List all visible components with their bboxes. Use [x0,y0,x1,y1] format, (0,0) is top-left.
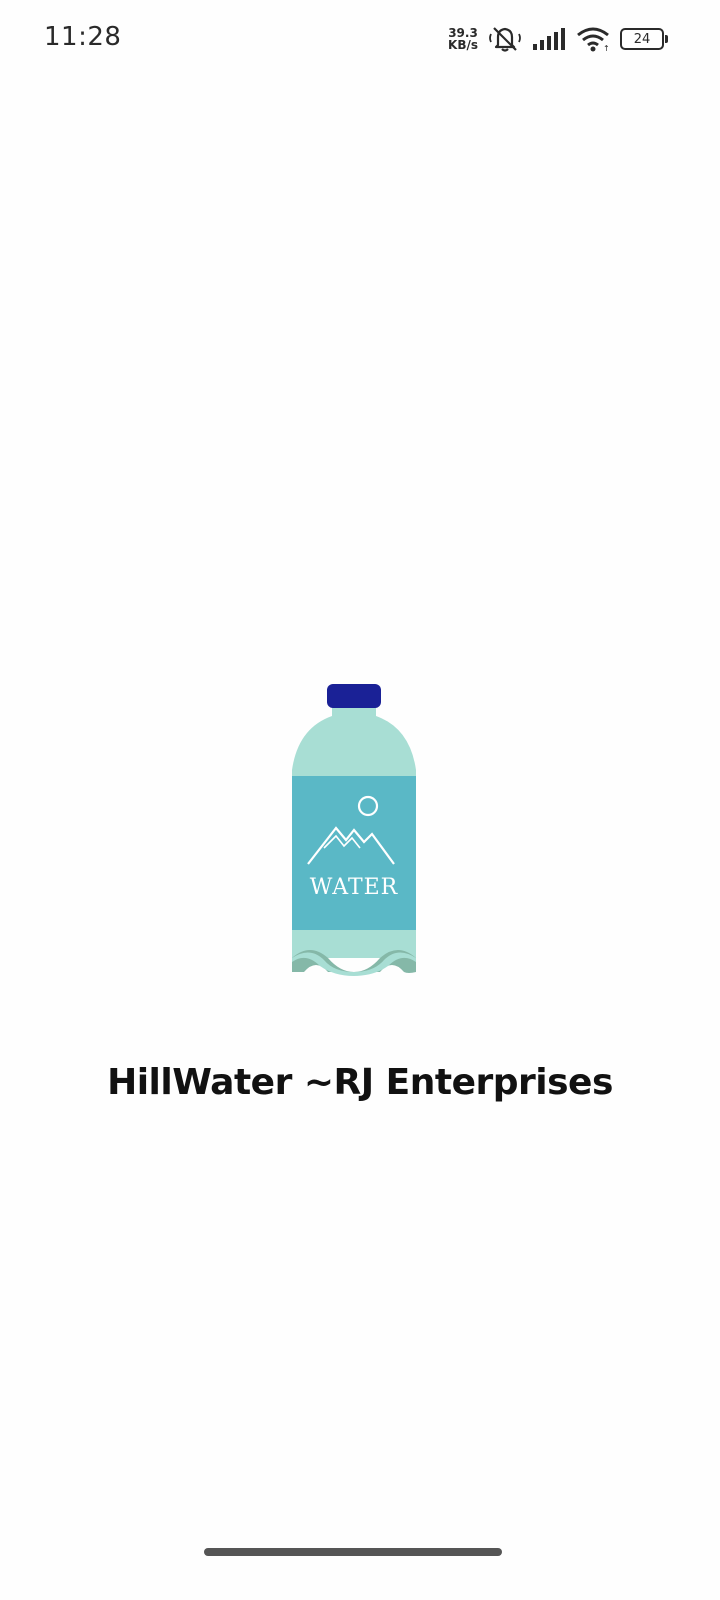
bottle-cap [327,684,381,708]
status-time: 11:28 [44,22,122,52]
status-icons: 39.3 KB/s ↑ 24 [448,22,668,56]
network-speed: 39.3 KB/s [448,27,478,51]
logo-word: WATER [310,875,399,900]
bottle-shoulder [292,716,416,780]
water-bottle-logo: WATER [288,680,420,980]
bottle-illustration: WATER [292,684,416,976]
mute-icon [488,24,522,54]
battery-icon: 24 [620,28,668,50]
network-speed-unit: KB/s [448,38,478,52]
brand-title: HillWater ~RJ Enterprises [107,1062,613,1103]
battery-level: 24 [633,31,651,47]
status-bar: 11:28 39.3 KB/s ↑ 24 [0,0,720,78]
svg-text:↑: ↑ [603,44,610,52]
home-indicator[interactable] [204,1548,502,1556]
wifi-icon: ↑ [576,26,610,52]
signal-icon [532,27,566,51]
bottle-label [292,776,416,932]
